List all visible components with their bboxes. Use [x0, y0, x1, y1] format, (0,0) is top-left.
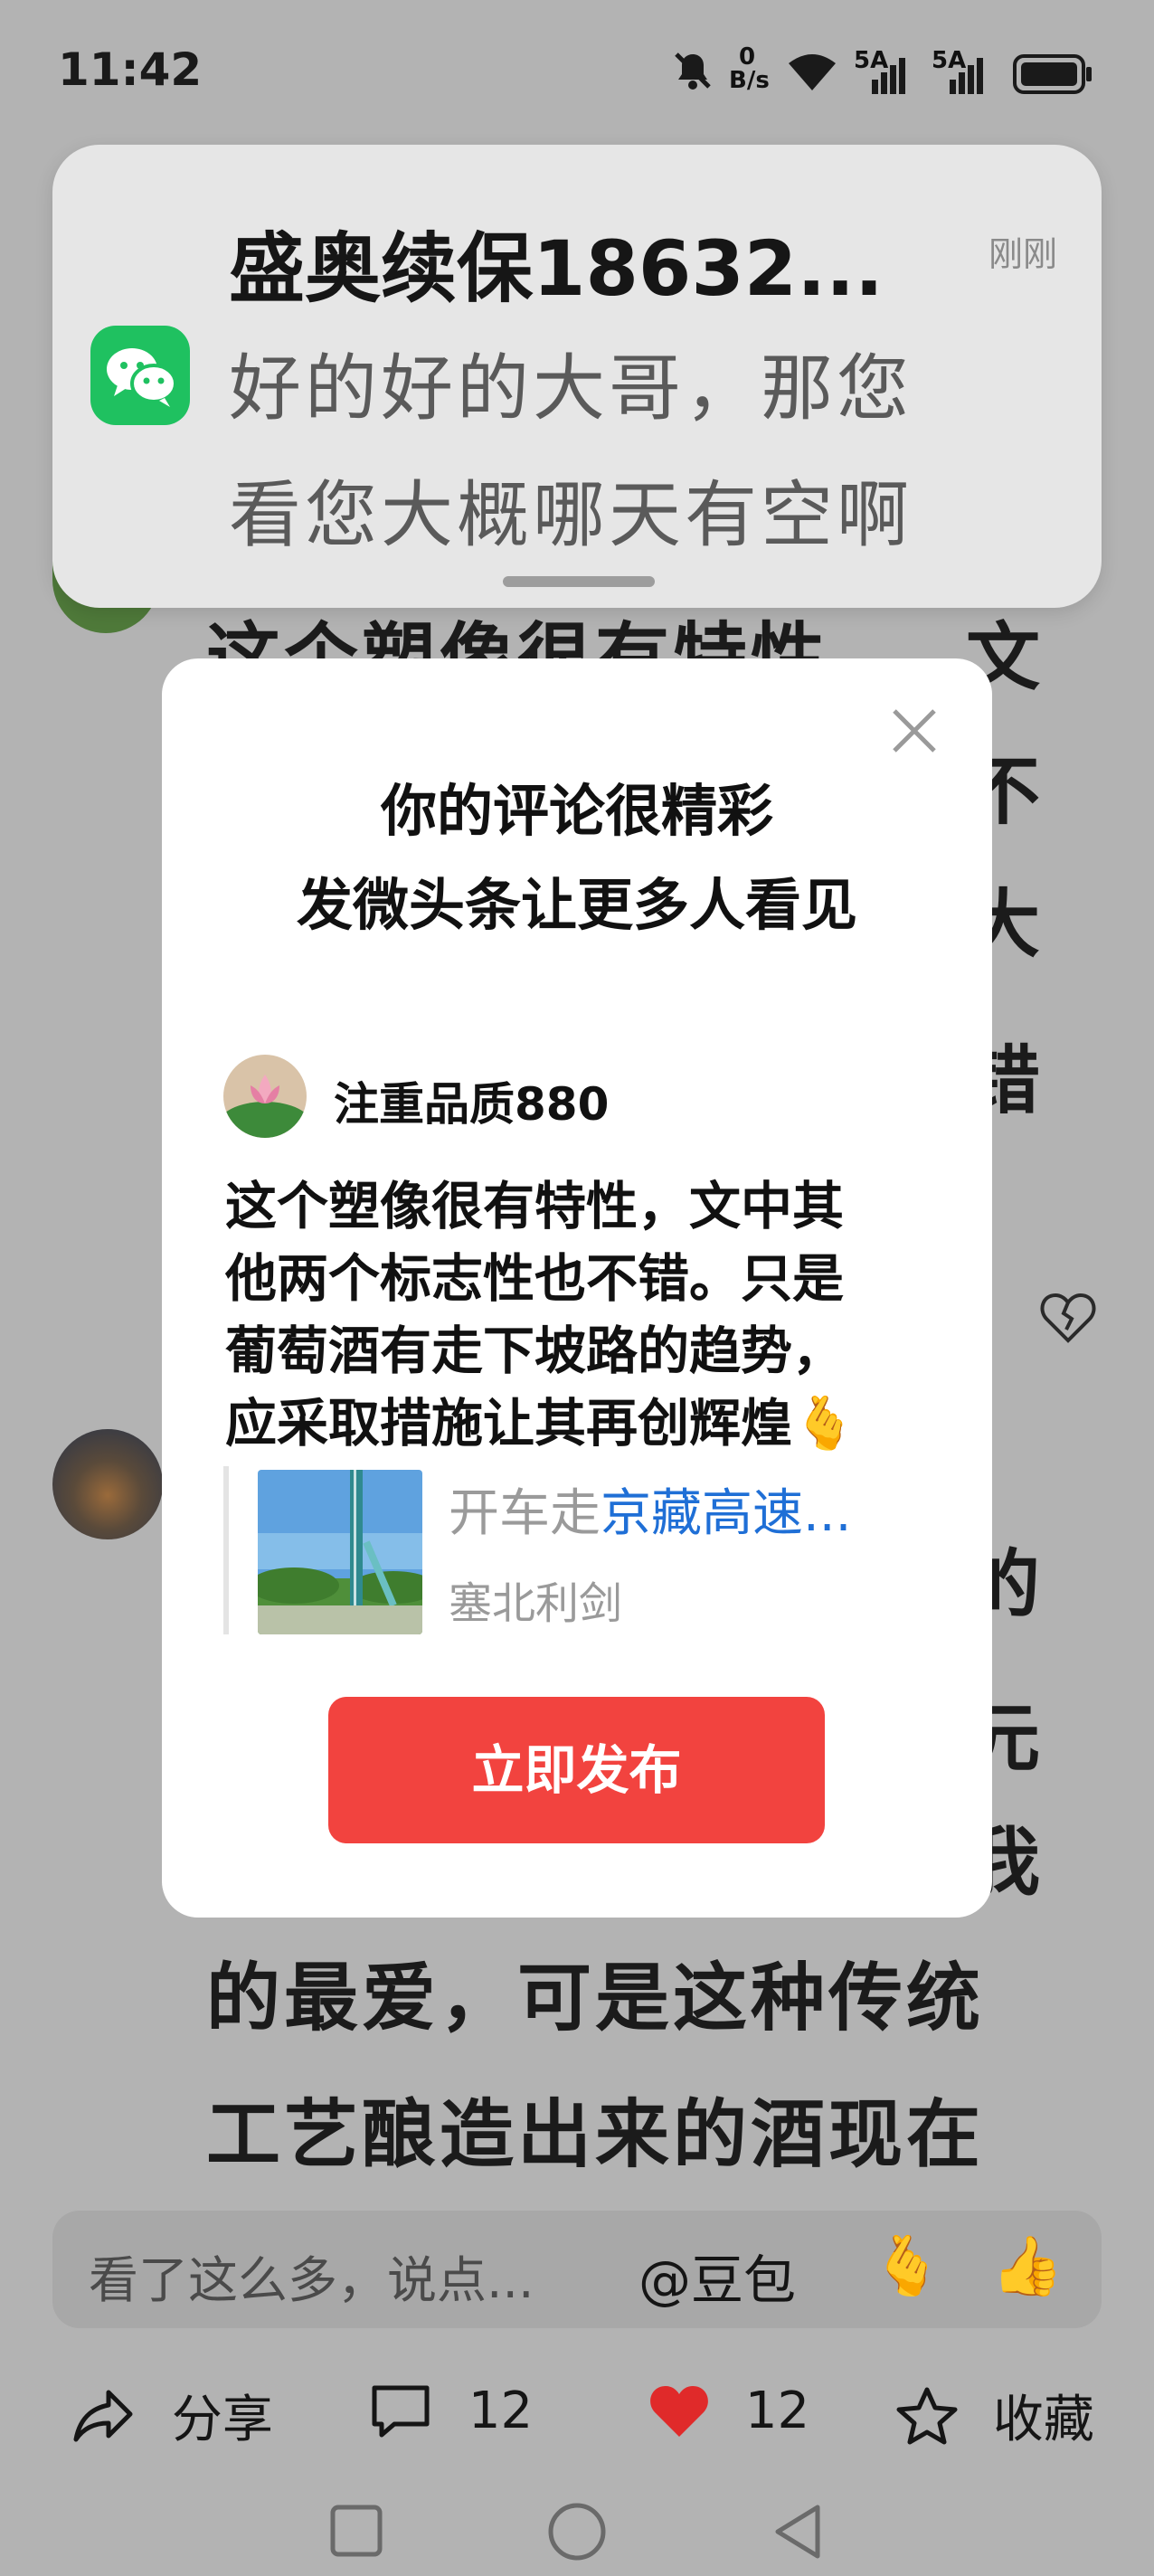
- signal-icon: [872, 58, 905, 94]
- heart-icon: [650, 2385, 708, 2437]
- notification-title: 盛奥续保18632...: [229, 224, 884, 313]
- comment-button[interactable]: 12: [369, 2379, 533, 2451]
- notification-time: 刚刚: [988, 234, 1058, 274]
- thumbs-up-icon[interactable]: 👍: [991, 2232, 1064, 2300]
- close-icon[interactable]: [885, 702, 943, 760]
- article-title[interactable]: 开车走京藏高速...: [449, 1473, 851, 1546]
- comment-text-line: 他两个标志性也不错。只是: [225, 1249, 844, 1309]
- wifi-icon: [789, 54, 836, 90]
- wechat-icon: [90, 326, 190, 425]
- mute-icon: [675, 52, 711, 90]
- comment-text-line: 葡萄酒有走下坡路的趋势，: [225, 1321, 844, 1381]
- status-bar: 11:42 0 B/s 5A 5A: [0, 0, 1154, 136]
- status-time: 11:42: [58, 43, 203, 96]
- recent-apps-button[interactable]: [327, 2502, 385, 2560]
- net-speed: 0 B/s: [729, 43, 770, 94]
- broken-heart-icon[interactable]: [1040, 1292, 1096, 1344]
- back-button[interactable]: [769, 2502, 827, 2562]
- comment-icon: [372, 2385, 430, 2438]
- mention-doubao-button[interactable]: @豆包: [638, 2238, 796, 2314]
- signal-icon: [950, 58, 983, 94]
- comment-input[interactable]: 看了这么多，说点...: [89, 2240, 534, 2312]
- home-button[interactable]: [545, 2502, 609, 2565]
- share-icon: [73, 2390, 133, 2441]
- quote-bar: [223, 1466, 229, 1634]
- background-text-line: 的最爱，可是这种传统: [206, 1956, 985, 2041]
- publish-button[interactable]: 立即发布: [328, 1697, 825, 1843]
- battery-icon: [1013, 54, 1092, 94]
- notification-message-line: 好的好的大哥，那您: [229, 346, 913, 431]
- background-text-line: 工艺酿造出来的酒现在: [206, 2092, 985, 2178]
- like-button[interactable]: 12: [648, 2379, 809, 2451]
- finger-heart-icon[interactable]: 🫰: [871, 2232, 943, 2300]
- favorite-button[interactable]: 收藏: [895, 2379, 1094, 2451]
- comment-text-line: 应采取措施让其再创辉煌🫰: [225, 1394, 856, 1454]
- publish-popup: 你的评论很精彩 发微头条让更多人看见 注重品质880 这个塑像很有特性，文中其 …: [162, 658, 992, 1918]
- popup-title: 你的评论很精彩: [380, 778, 773, 844]
- popup-subtitle: 发微头条让更多人看见: [296, 872, 857, 938]
- avatar: [223, 1055, 307, 1138]
- comment-text-line: 这个塑像很有特性，文中其: [225, 1177, 844, 1236]
- comment-input-bar[interactable]: 看了这么多，说点... @豆包 🫰 👍: [52, 2211, 1102, 2328]
- share-button[interactable]: 分享: [72, 2379, 273, 2451]
- notification-message-line: 看您大概哪天有空啊: [229, 473, 913, 557]
- wechat-notification[interactable]: 盛奥续保18632... 刚刚 好的好的大哥，那您 看您大概哪天有空啊: [52, 145, 1102, 608]
- background-avatar: [52, 1429, 163, 1539]
- article-thumbnail[interactable]: [258, 1470, 422, 1634]
- notification-drag-handle[interactable]: [503, 576, 655, 587]
- username: 注重品质880: [334, 1078, 610, 1131]
- star-icon: [896, 2387, 958, 2444]
- article-author: 塞北利剑: [449, 1578, 623, 1629]
